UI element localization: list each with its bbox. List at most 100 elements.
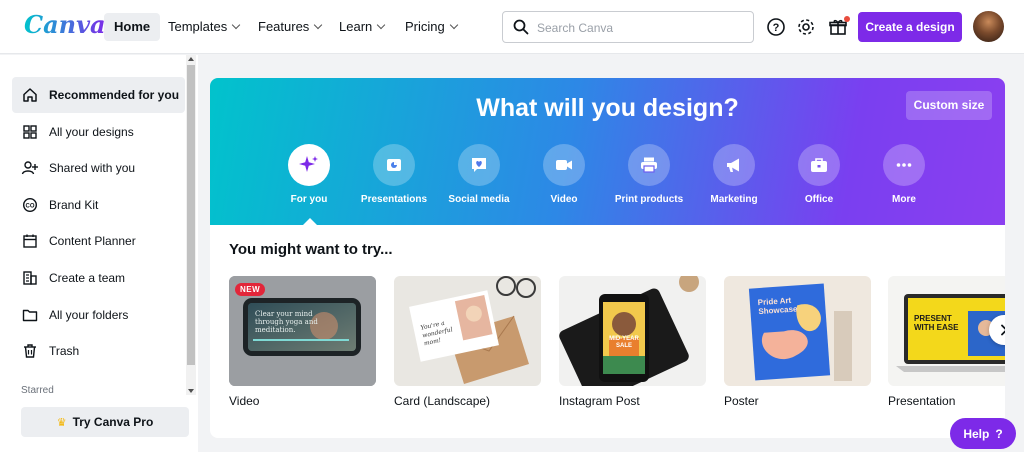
card-label: Video (229, 394, 260, 408)
calendar-icon (21, 232, 39, 250)
sidebar-scrollbar[interactable] (186, 55, 196, 395)
nav-pricing[interactable]: Pricing (395, 13, 467, 41)
new-badge: NEW (235, 283, 266, 296)
starred-heading: Starred (21, 385, 54, 396)
nav-home[interactable]: Home (104, 13, 161, 41)
sidebar-item-label: All your folders (49, 307, 129, 322)
sidebar-item-trash[interactable]: Trash (12, 333, 185, 369)
avatar[interactable] (973, 11, 1004, 42)
category-office[interactable]: Office (774, 144, 864, 205)
sidebar-item-recommended[interactable]: Recommended for you (12, 77, 185, 113)
sidebar-item-brand-kit[interactable]: CO Brand Kit (12, 187, 185, 223)
sidebar-menu: Recommended for you All your designs Sha… (12, 77, 185, 370)
video-thumbnail-text: Clear your mind through yoga and meditat… (255, 310, 318, 334)
category-presentations[interactable]: Presentations (349, 144, 439, 205)
chevron-down-icon (232, 20, 241, 30)
heart-chat-icon (458, 144, 500, 186)
video-camera-icon (543, 144, 585, 186)
category-label: More (892, 194, 916, 205)
suggestion-card-video[interactable]: Clear your mind through yoga and meditat… (229, 276, 376, 408)
nav-learn-label: Learn (339, 19, 373, 34)
presentation-thumbnail: PRESENT WITH EASE (888, 276, 1005, 386)
create-design-button[interactable]: Create a design (858, 12, 962, 42)
card-label: Card (Landscape) (394, 394, 491, 408)
category-social-media[interactable]: Social media (434, 144, 524, 205)
gift-icon[interactable] (826, 15, 850, 39)
briefcase-icon (798, 144, 840, 186)
try-pro-label: Try Canva Pro (72, 415, 154, 429)
category-label: Social media (448, 194, 510, 205)
scroll-thumb[interactable] (187, 65, 195, 365)
video-thumbnail: Clear your mind through yoga and meditat… (229, 276, 376, 386)
card-label: Presentation (888, 394, 956, 408)
card-landscape-thumbnail: You're a wonderful mom! (394, 276, 541, 386)
card-label: Poster (724, 394, 759, 408)
nav-pricing-label: Pricing (405, 19, 445, 34)
instagram-thumbnail: MID-YEAR SALE (559, 276, 706, 386)
scroll-down-arrow-icon[interactable] (188, 389, 194, 393)
printer-icon (628, 144, 670, 186)
megaphone-icon (713, 144, 755, 186)
suggestion-card-landscape[interactable]: You're a wonderful mom! Card (Landscape) (394, 276, 541, 408)
sidebar-item-folders[interactable]: All your folders (12, 297, 185, 333)
poster-thumbnail: Pride Art Showcase (724, 276, 871, 386)
category-for-you[interactable]: For you (264, 144, 354, 205)
nav-features-label: Features (258, 19, 310, 34)
category-marketing[interactable]: Marketing (689, 144, 779, 205)
instagram-thumbnail-text: MID-YEAR SALE (609, 336, 639, 349)
chevron-down-icon (377, 20, 386, 30)
search-icon (513, 19, 529, 40)
nav-home-label: Home (114, 19, 151, 34)
sparkle-icon (288, 144, 330, 186)
help-button[interactable]: Help ? (950, 418, 1016, 449)
chevron-right-icon (1001, 324, 1005, 336)
folder-icon (21, 306, 39, 324)
home-icon (21, 86, 39, 104)
people-icon (21, 159, 39, 177)
sidebar-item-all-designs[interactable]: All your designs (12, 114, 185, 150)
hero-title: What will you design? (476, 94, 739, 122)
sidebar-item-content-planner[interactable]: Content Planner (12, 223, 185, 259)
card-label: Instagram Post (559, 394, 640, 408)
sidebar-item-label: Shared with you (49, 161, 136, 176)
more-icon (883, 144, 925, 186)
search-input[interactable] (537, 18, 737, 38)
nav-learn[interactable]: Learn (329, 13, 394, 41)
help-label: Help (963, 426, 990, 441)
category-label: Print products (614, 194, 684, 205)
chevron-down-icon (449, 20, 458, 30)
notification-dot (844, 16, 850, 22)
svg-text:?: ? (773, 22, 780, 34)
suggestion-card-presentation[interactable]: PRESENT WITH EASE Presentation (888, 276, 1005, 408)
category-label: Office (804, 194, 834, 205)
scroll-up-arrow-icon[interactable] (188, 57, 194, 61)
main-content: What will you design? Custom size For yo… (210, 78, 1005, 438)
sidebar-item-label: Content Planner (49, 234, 136, 249)
top-navigation-bar: Canva Home Templates Features Learn Pric… (0, 0, 1024, 54)
team-icon (21, 269, 39, 287)
design-hero-banner: What will you design? Custom size For yo… (210, 78, 1005, 226)
brand-kit-icon: CO (21, 196, 39, 214)
category-print-products[interactable]: Print products (604, 144, 694, 205)
sidebar-item-label: Recommended for you (49, 88, 180, 102)
sidebar-item-shared[interactable]: Shared with you (12, 150, 185, 186)
sidebar-item-create-team[interactable]: Create a team (12, 260, 185, 296)
sidebar-item-label: Create a team (49, 270, 126, 285)
category-video[interactable]: Video (519, 144, 609, 205)
category-more[interactable]: More (859, 144, 949, 205)
try-canva-pro-button[interactable]: ♛ Try Canva Pro (21, 407, 189, 437)
suggestion-card-instagram-post[interactable]: MID-YEAR SALE Instagram Post (559, 276, 706, 408)
search-box[interactable] (502, 11, 754, 43)
gear-icon[interactable] (794, 15, 818, 39)
help-circle-icon[interactable]: ? (764, 15, 788, 39)
nav-templates[interactable]: Templates (158, 13, 249, 41)
sidebar-item-label: All your designs (49, 124, 134, 139)
category-label: Video (550, 194, 578, 205)
selected-category-indicator (302, 218, 318, 226)
suggestion-card-poster[interactable]: Pride Art Showcase Poster (724, 276, 871, 408)
canva-logo[interactable]: Canva (24, 10, 106, 39)
custom-size-button[interactable]: Custom size (906, 91, 992, 120)
nav-features[interactable]: Features (248, 13, 331, 41)
presentation-thumbnail-text: PRESENT WITH EASE (914, 314, 959, 332)
trash-icon (21, 342, 39, 360)
